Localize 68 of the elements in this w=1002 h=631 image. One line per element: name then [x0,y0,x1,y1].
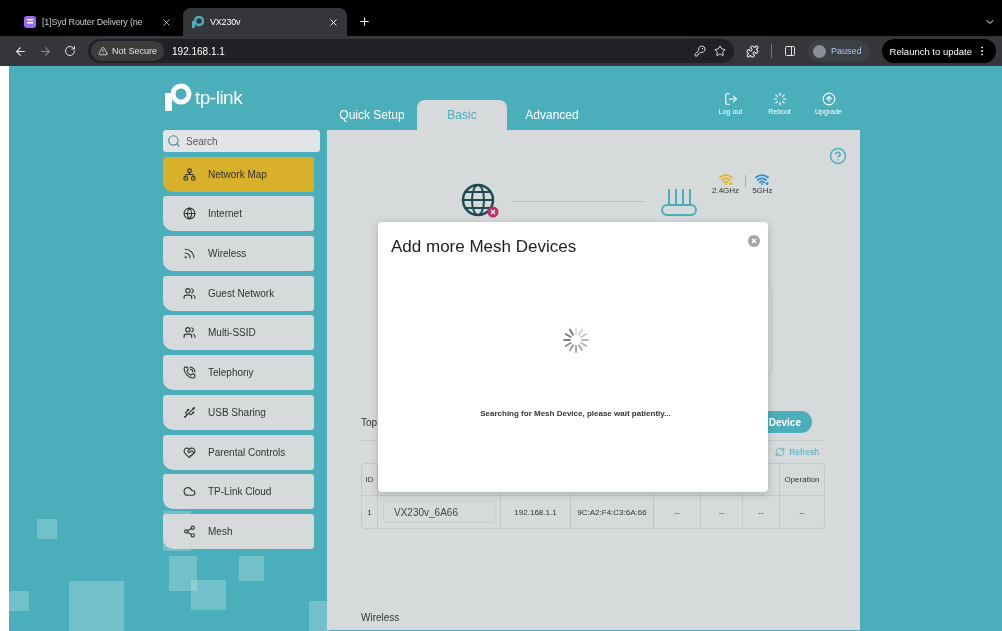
status-message: Searching for Mesh Device, please wait patiently... [479,409,672,418]
tp-link-logo: tp-link [163,83,327,113]
sidebar-item[interactable]: Mesh [163,513,314,549]
band-label: 5GHz [752,186,773,195]
band-label: 2.4GHz [712,186,740,195]
extensions-icon[interactable] [746,44,760,58]
close-icon[interactable] [328,16,339,28]
table-cell: 9C:A2:F4:C3:6A:66 [571,496,654,528]
close-icon[interactable] [161,16,172,28]
security-label: Not Secure [112,46,158,56]
sidebar-item[interactable]: Network Map [163,156,314,192]
profile-status: Paused [831,46,862,56]
sidebar-item[interactable]: Wireless [163,236,314,272]
profile-chip[interactable]: Paused [808,40,870,62]
table-cell-text: -- [798,506,806,519]
search-field[interactable]: Search [163,130,320,152]
table-cell: -- [701,496,743,528]
share-icon [183,524,196,538]
cloud-icon [183,485,196,499]
table-cell: -- [654,496,701,528]
sidebar-item[interactable]: Internet [163,196,314,232]
relaunch-button[interactable]: Relaunch to update [881,39,996,63]
browser-tab[interactable]: VX230v [183,8,347,36]
reload-icon[interactable] [64,45,76,57]
avatar [813,44,827,58]
sidebar-item[interactable]: Parental Controls [163,434,314,470]
tab-title: [1]Syd Router Delivery (ne [42,17,144,27]
sidebar-item[interactable]: USB Sharing [163,394,314,430]
address-url[interactable]: 192.168.1.1 [172,45,687,57]
upload-icon [821,91,836,106]
users-icon [183,286,196,300]
refresh-icon [775,447,786,457]
back-icon[interactable] [14,44,27,58]
router-icon [660,186,698,216]
device-name-field[interactable]: VX230v_6A66 [383,501,495,523]
sidebar-item[interactable]: Guest Network [163,275,314,311]
users-icon [183,326,196,340]
warning-icon [98,46,108,56]
section-title: Top [361,416,378,428]
search-icon [167,134,181,148]
network-icon [183,167,196,181]
logout-icon [723,91,738,106]
section-title: Wireless [361,612,401,623]
sidebar-item[interactable]: TP-Link Cloud [163,474,314,510]
usb-icon [183,405,196,419]
tab-title: VX230v [210,17,242,27]
table-cell: -- [743,496,780,528]
key-icon[interactable] [694,45,707,57]
modal-title: Add more Mesh Devices [391,237,577,257]
phone-icon [183,366,196,380]
star-icon[interactable] [714,45,727,57]
globe-icon [460,183,500,219]
sidebar-item[interactable]: Multi-SSID [163,315,314,351]
signal-icon [183,247,196,261]
app-icon [24,16,36,28]
table-cell: 1 [362,496,378,528]
logo-icon [191,15,204,29]
forward-icon[interactable] [39,44,52,58]
loading-spinner-icon [562,327,589,353]
security-chip[interactable]: Not Secure [91,41,165,61]
spinner-icon [772,91,787,106]
globe-icon [183,207,196,221]
column-header: Operation [780,464,824,496]
browser-tab[interactable]: [1]Syd Router Delivery (ne [16,8,180,36]
side-panel-icon[interactable] [784,45,797,57]
sidebar-item[interactable]: Telephony [163,355,314,391]
table-cell: 192.168.1.1 [501,496,571,528]
new-tab-icon[interactable] [358,15,371,28]
